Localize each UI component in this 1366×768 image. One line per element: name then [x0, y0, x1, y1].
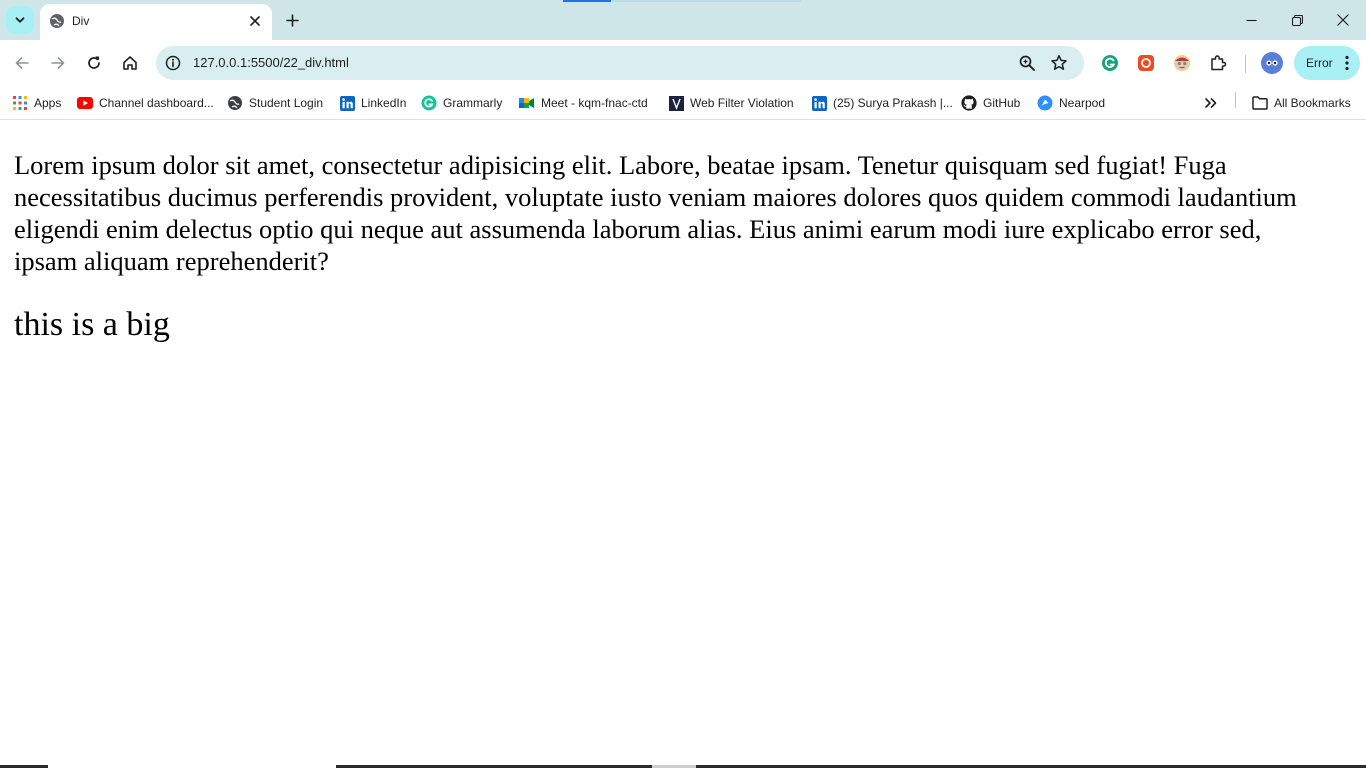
grammarly-extension-button[interactable]	[1100, 53, 1120, 73]
bookmark-surya-prakash[interactable]: (25) Surya Prakash |...	[811, 93, 953, 113]
github-icon	[961, 95, 977, 111]
puzzle-icon	[1211, 55, 1227, 71]
web-filter-icon	[668, 95, 684, 111]
more-vertical-icon	[1345, 55, 1349, 71]
home-button[interactable]	[118, 51, 142, 75]
globe-icon	[50, 14, 64, 28]
error-label: Error	[1306, 56, 1333, 70]
face-extension-button[interactable]	[1172, 53, 1192, 73]
reload-icon	[88, 56, 100, 69]
forward-button[interactable]	[46, 51, 70, 75]
home-icon	[123, 56, 137, 70]
plus-icon	[285, 13, 299, 27]
folder-icon	[1252, 95, 1268, 111]
big-text: this is a big	[14, 306, 170, 343]
tab-strip: Div	[0, 0, 1366, 40]
bookmark-star-icon[interactable]	[1050, 54, 1068, 72]
lorem-paragraph: Lorem ipsum dolor sit amet, consectetur …	[14, 150, 1297, 276]
close-icon	[1337, 14, 1349, 26]
back-button[interactable]	[10, 51, 34, 75]
bookmark-label: (25) Surya Prakash |...	[833, 96, 953, 110]
bookmark-label: Web Filter Violation	[690, 96, 794, 110]
youtube-icon	[77, 95, 93, 111]
new-tab-button[interactable]	[282, 10, 302, 30]
double-chevron-right-icon	[1203, 95, 1219, 111]
profile-avatar[interactable]	[1261, 52, 1283, 74]
profile-error-button[interactable]: Error	[1294, 46, 1360, 80]
restore-icon	[1291, 14, 1303, 26]
arrow-right-icon	[51, 57, 65, 69]
close-icon	[250, 16, 260, 26]
tab-active[interactable]: Div	[40, 4, 272, 40]
google-meet-icon	[519, 95, 535, 111]
avatar-icon	[1266, 60, 1278, 66]
browser-toolbar: 127.0.0.1:5500/22_div.html Error	[0, 40, 1366, 86]
bookmark-label: Grammarly	[443, 96, 503, 110]
linkedin-icon	[339, 95, 355, 111]
arrow-left-icon	[15, 57, 29, 69]
bookmark-meet[interactable]: Meet - kqm-fnac-ctd	[519, 93, 648, 113]
bookmark-github[interactable]: GitHub	[961, 93, 1020, 113]
all-bookmarks-label: All Bookmarks	[1274, 96, 1351, 110]
tab-close-button[interactable]	[246, 12, 264, 30]
bookmark-channel-dashboard[interactable]: Channel dashboard...	[77, 93, 214, 113]
bookmark-apps[interactable]: Apps	[12, 93, 61, 113]
chevron-down-icon	[15, 17, 25, 23]
grammarly-icon	[1102, 55, 1118, 71]
reload-button[interactable]	[82, 51, 106, 75]
all-bookmarks-button[interactable]: All Bookmarks	[1252, 93, 1351, 113]
bookmark-grammarly[interactable]: Grammarly	[421, 93, 502, 113]
bookmark-label: Channel dashboard...	[99, 96, 214, 110]
page-content: Lorem ipsum dolor sit amet, consectetur …	[0, 121, 1366, 766]
url-text[interactable]: 127.0.0.1:5500/22_div.html	[193, 55, 349, 71]
minimize-button[interactable]	[1228, 0, 1274, 40]
bookmarks-overflow-button[interactable]	[1203, 93, 1219, 113]
bookmark-linkedin[interactable]: LinkedIn	[339, 93, 406, 113]
recorder-extension-button[interactable]	[1136, 53, 1156, 73]
nearpod-icon	[1037, 95, 1053, 111]
info-icon	[165, 55, 181, 71]
close-window-button[interactable]	[1320, 0, 1366, 40]
face-icon	[1174, 55, 1190, 71]
bookmark-label: Student Login	[249, 96, 324, 110]
zoom-icon[interactable]	[1018, 54, 1036, 72]
bookmark-label: Meet - kqm-fnac-ctd	[541, 96, 648, 110]
bookmark-label: LinkedIn	[361, 96, 407, 110]
restore-button[interactable]	[1274, 0, 1320, 40]
globe-icon	[227, 95, 243, 111]
toolbar-separator	[1245, 55, 1246, 73]
apps-grid-icon	[12, 95, 28, 111]
bookmark-student-login[interactable]: Student Login	[227, 93, 323, 113]
record-icon	[1138, 55, 1154, 71]
minimize-icon	[1246, 19, 1256, 21]
bookmark-nearpod[interactable]: Nearpod	[1037, 93, 1105, 113]
bookmark-label: Nearpod	[1059, 96, 1106, 110]
bookmarks-separator	[1235, 92, 1236, 108]
extensions-button[interactable]	[1208, 53, 1228, 73]
bookmark-label: Apps	[34, 96, 62, 110]
address-bar[interactable]: 127.0.0.1:5500/22_div.html	[156, 46, 1084, 80]
bookmarks-bar: Apps Channel dashboard... Student Login	[0, 86, 1366, 120]
tab-strip-indicator	[563, 0, 611, 2]
bookmark-label: GitHub	[983, 96, 1021, 110]
bookmark-web-filter[interactable]: Web Filter Violation	[668, 93, 794, 113]
site-info-button[interactable]	[164, 54, 182, 72]
tab-search-button[interactable]	[6, 6, 34, 34]
linkedin-icon	[811, 95, 827, 111]
grammarly-icon	[421, 95, 437, 111]
tab-title: Div	[72, 14, 90, 28]
tab-strip-indicator-track	[611, 0, 801, 2]
